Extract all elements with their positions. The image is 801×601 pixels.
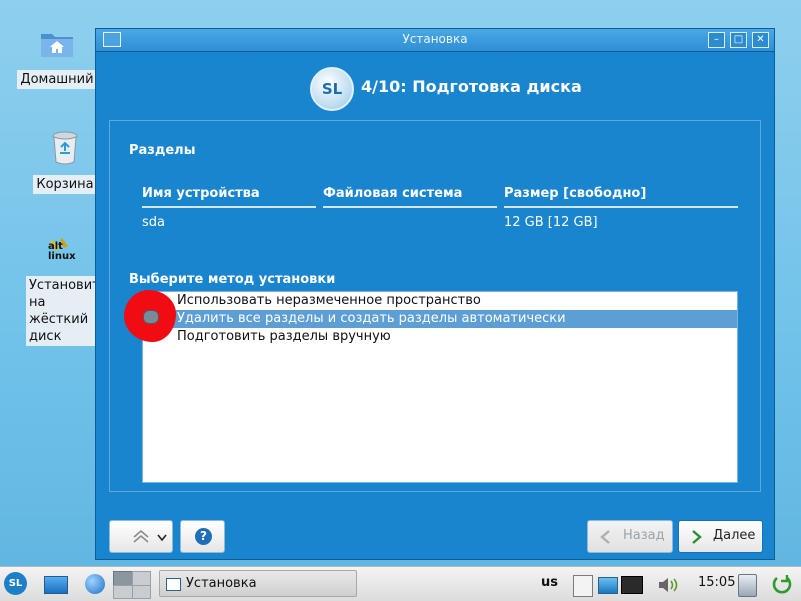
- radio-selected-icon[interactable]: [143, 310, 159, 324]
- task-installer-label: Установка: [186, 576, 257, 591]
- back-button[interactable]: Назад: [587, 520, 673, 553]
- close-icon[interactable]: ✕: [752, 32, 769, 48]
- installer-window: Установка – □ ✕ SL 4/10: Подготовка диск…: [95, 28, 775, 560]
- column-device[interactable]: Имя устройства: [142, 186, 316, 208]
- desktop-installer-label: Установит на жёсткий диск: [26, 276, 100, 346]
- globe-icon: [85, 574, 105, 594]
- workspace-1[interactable]: [113, 571, 133, 586]
- minimize-icon[interactable]: –: [708, 32, 725, 48]
- window-icon: [166, 578, 181, 591]
- installer-logo-text: alt linux: [48, 241, 76, 262]
- workspace-3[interactable]: [113, 585, 133, 599]
- sl-logo-icon: SL: [310, 67, 354, 111]
- battery-icon[interactable]: [738, 574, 757, 597]
- step-header: SL 4/10: Подготовка диска: [96, 53, 774, 119]
- help-button[interactable]: ?: [180, 520, 225, 553]
- sl-start-icon: SL: [4, 572, 27, 595]
- method-option-manual[interactable]: Подготовить разделы вручную: [143, 328, 737, 346]
- task-installer-button[interactable]: Установка: [159, 570, 357, 597]
- column-filesystem[interactable]: Файловая система: [323, 186, 497, 208]
- window-titlebar[interactable]: Установка – □ ✕: [96, 29, 774, 52]
- desktop-home-icon-item[interactable]: Домашний: [14, 28, 100, 89]
- power-icon[interactable]: [771, 573, 793, 595]
- home-folder-icon: [40, 28, 74, 58]
- browser-launcher[interactable]: [82, 567, 108, 601]
- annotation-marker: [124, 290, 176, 342]
- clipboard-icon[interactable]: [573, 575, 593, 597]
- trash-icon: [51, 131, 79, 165]
- column-size[interactable]: Размер [свободно]: [504, 186, 738, 208]
- window-title: Установка: [402, 32, 468, 46]
- arrow-right-icon: [692, 530, 702, 544]
- workspace-4[interactable]: [132, 585, 151, 599]
- desktop-home-label: Домашний: [17, 70, 97, 89]
- back-button-label: Назад: [623, 528, 665, 543]
- desktop-icon: [44, 576, 68, 594]
- keyboard-layout-indicator[interactable]: us: [541, 575, 558, 590]
- display-icon[interactable]: [621, 576, 643, 594]
- partition-row-device[interactable]: sda: [142, 215, 165, 230]
- method-heading: Выберите метод установки: [129, 272, 336, 287]
- chevron-down-icon: [157, 534, 167, 542]
- desktop-installer-icon-item[interactable]: alt linux Установит на жёсткий диск: [26, 236, 100, 346]
- method-option-auto[interactable]: Удалить все разделы и создать разделы ав…: [143, 310, 737, 328]
- help-icon: ?: [195, 528, 212, 545]
- maximize-icon[interactable]: □: [730, 32, 747, 48]
- network-icon[interactable]: [598, 577, 618, 594]
- options-menu-button[interactable]: [109, 520, 173, 553]
- workspace-switcher[interactable]: [112, 567, 152, 601]
- step-content: Разделы Имя устройства Файловая система …: [109, 120, 761, 492]
- partition-row-size[interactable]: 12 GB [12 GB]: [504, 215, 598, 230]
- next-button-label: Далее: [713, 528, 756, 543]
- next-button[interactable]: Далее: [678, 520, 763, 553]
- volume-icon[interactable]: [657, 575, 679, 595]
- taskbar: SL Установка us 15:05: [0, 566, 801, 601]
- start-menu-button[interactable]: SL: [3, 567, 29, 601]
- arrow-left-icon: [600, 530, 610, 544]
- workspace-2[interactable]: [132, 571, 151, 586]
- show-desktop-button[interactable]: [42, 567, 68, 601]
- method-list[interactable]: Использовать неразмеченное пространство …: [142, 291, 738, 483]
- up-arrows-icon: [133, 529, 149, 543]
- clock[interactable]: 15:05: [698, 575, 735, 590]
- desktop-trash-label: Корзина: [33, 175, 97, 194]
- partitions-heading: Разделы: [129, 143, 196, 158]
- step-title: 4/10: Подготовка диска: [361, 77, 582, 96]
- method-option-free-space[interactable]: Использовать неразмеченное пространство: [143, 292, 737, 310]
- alt-linux-installer-icon: alt linux: [46, 236, 82, 268]
